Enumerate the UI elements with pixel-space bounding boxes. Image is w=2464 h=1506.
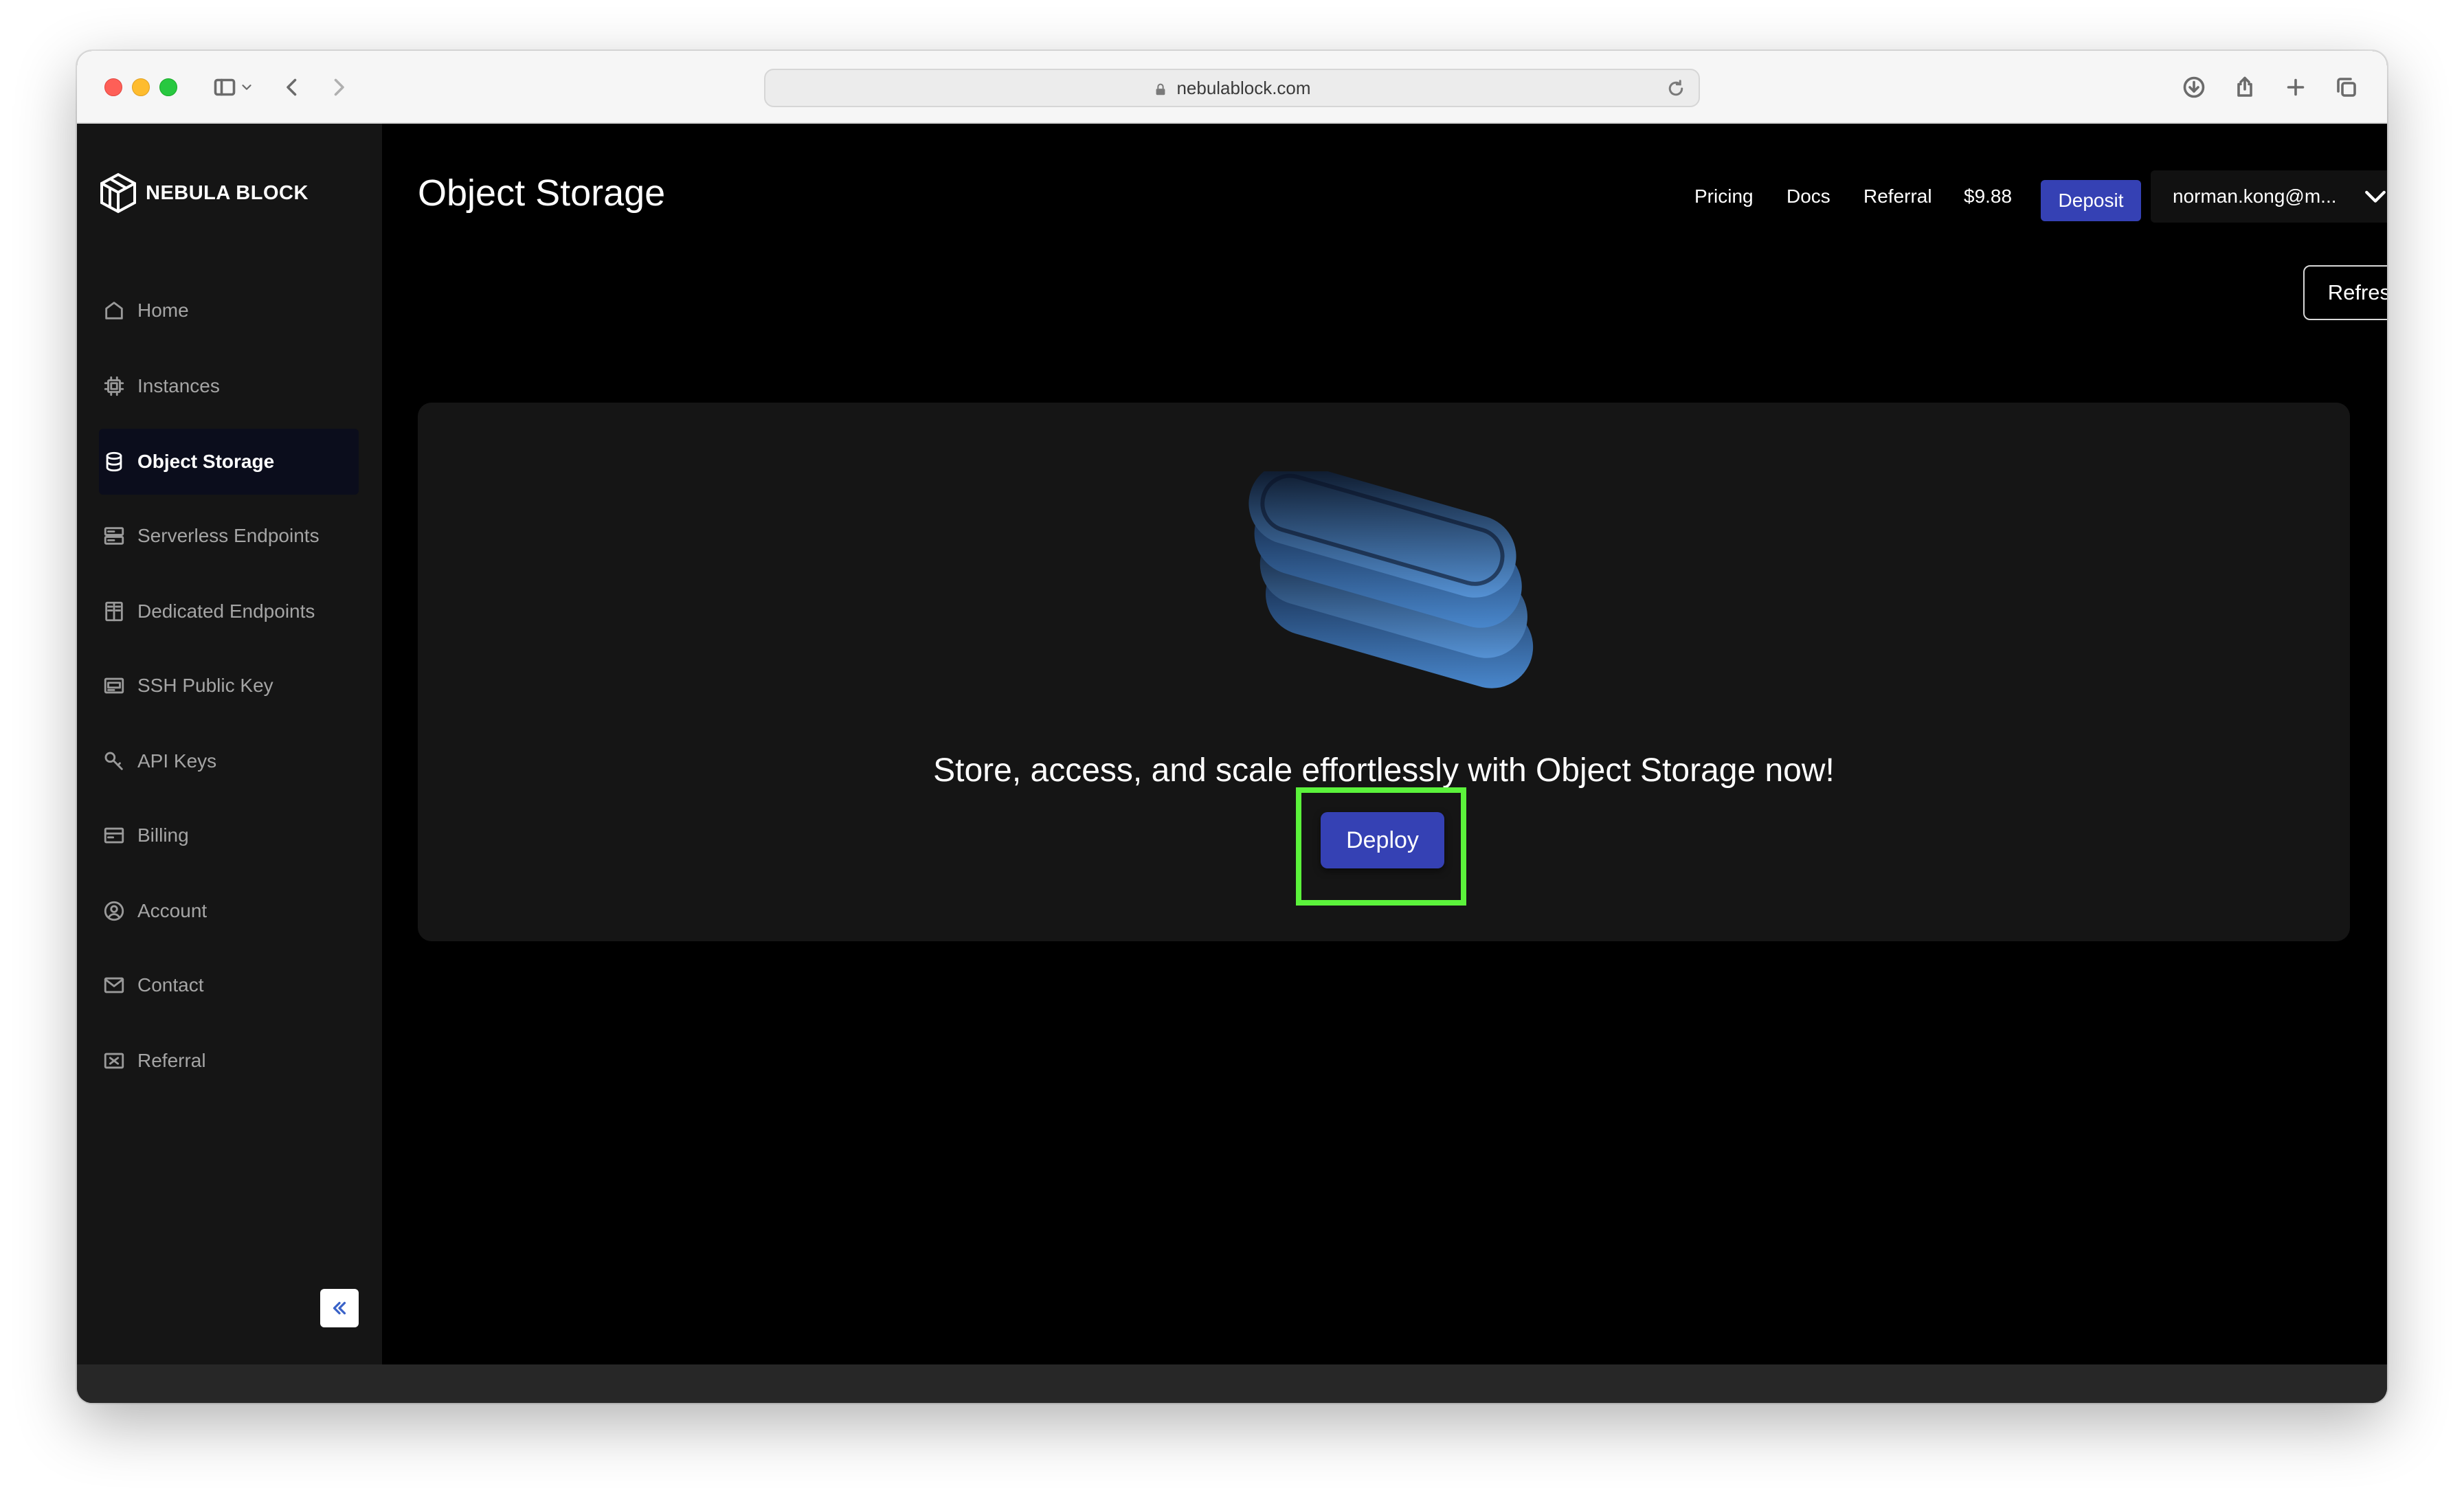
billing-icon — [99, 820, 129, 851]
sidebar-item-label: API Keys — [137, 750, 217, 772]
sidebar-item-label: SSH Public Key — [137, 675, 273, 696]
sidebar-item-account[interactable]: Account — [99, 878, 359, 944]
sidebar-item-serverless-endpoints[interactable]: Serverless Endpoints — [99, 503, 359, 569]
user-circle-icon — [99, 896, 129, 926]
deploy-button[interactable]: Deploy — [1321, 812, 1444, 868]
home-icon — [99, 295, 129, 326]
sidebar-item-contact[interactable]: Contact — [99, 952, 359, 1018]
sidebar-item-label: Dedicated Endpoints — [137, 600, 315, 622]
sidebar-item-label: Contact — [137, 974, 204, 996]
server-icon — [99, 521, 129, 551]
key-icon — [99, 746, 129, 776]
balance-display: $9.88 — [1964, 186, 2013, 207]
docs-link[interactable]: Docs — [1787, 186, 1830, 207]
chevron-down-icon[interactable] — [236, 70, 257, 104]
forward-arrow-icon[interactable] — [322, 70, 356, 104]
columns-icon — [99, 596, 129, 627]
collapse-sidebar-button[interactable] — [320, 1289, 359, 1327]
sidebar-item-label: Billing — [137, 824, 189, 846]
empty-state-card: Store, access, and scale effortlessly wi… — [418, 403, 2350, 941]
browser-window: nebulablock.com NEBULA BLOCK Home Instan… — [77, 51, 2387, 1403]
database-icon — [99, 447, 129, 477]
nebula-cube-icon — [100, 172, 136, 214]
url-text: nebulablock.com — [1176, 77, 1311, 98]
sidebar-item-object-storage[interactable]: Object Storage — [99, 429, 359, 495]
tab-overview-icon[interactable] — [2329, 70, 2364, 104]
sidebar: NEBULA BLOCK Home Instances Object Stora… — [77, 124, 382, 1364]
share-icon[interactable] — [2228, 70, 2262, 104]
minimize-window-button[interactable] — [132, 78, 150, 96]
double-chevron-left-icon — [333, 1301, 346, 1315]
download-icon[interactable] — [2177, 70, 2211, 104]
sidebar-item-label: Account — [137, 900, 208, 921]
deposit-button[interactable]: Deposit — [2041, 180, 2141, 221]
lock-icon — [1153, 80, 1168, 95]
sidebar-item-billing[interactable]: Billing — [99, 802, 359, 868]
chip-icon — [99, 371, 129, 401]
sidebar-item-ssh-public-key[interactable]: SSH Public Key — [99, 653, 359, 719]
sidebar-item-home[interactable]: Home — [99, 278, 359, 344]
sidebar-item-instances[interactable]: Instances — [99, 353, 359, 419]
key-card-icon — [99, 671, 129, 701]
sidebar-item-referral[interactable]: Referral — [99, 1028, 359, 1094]
storage-layers-illustration — [1248, 471, 1534, 688]
refresh-button[interactable]: Refresh — [2303, 265, 2387, 320]
brand-name: NEBULA BLOCK — [146, 181, 309, 204]
browser-toolbar: nebulablock.com — [77, 51, 2387, 124]
mail-icon — [99, 970, 129, 1000]
back-arrow-icon[interactable] — [275, 70, 309, 104]
referral-link[interactable]: Referral — [1863, 186, 1932, 207]
reload-icon[interactable] — [1666, 78, 1688, 100]
sidebar-item-api-keys[interactable]: API Keys — [99, 728, 359, 794]
main-content: Object Storage Pricing Docs Referral $9.… — [382, 124, 2387, 1364]
sidebar-item-label: Serverless Endpoints — [137, 525, 320, 546]
maximize-window-button[interactable] — [159, 78, 177, 96]
ticket-icon — [99, 1046, 129, 1076]
chevron-down-icon — [2365, 190, 2386, 203]
new-tab-icon[interactable] — [2278, 70, 2313, 104]
empty-state-message: Store, access, and scale effortlessly wi… — [933, 752, 1835, 789]
user-menu-dropdown[interactable]: norman.kong@m... — [2151, 170, 2387, 223]
address-bar[interactable]: nebulablock.com — [764, 69, 1700, 107]
pricing-link[interactable]: Pricing — [1694, 186, 1754, 207]
sidebar-item-label: Instances — [137, 375, 220, 396]
sidebar-item-label: Referral — [137, 1050, 206, 1071]
window-bottom-bar — [77, 1364, 2387, 1403]
close-window-button[interactable] — [104, 78, 122, 96]
sidebar-item-dedicated-endpoints[interactable]: Dedicated Endpoints — [99, 578, 359, 644]
user-email: norman.kong@m... — [2173, 186, 2337, 207]
page-title: Object Storage — [418, 172, 666, 214]
brand-logo[interactable]: NEBULA BLOCK — [99, 172, 309, 214]
sidebar-item-label: Home — [137, 300, 189, 321]
sidebar-item-label: Object Storage — [137, 451, 275, 472]
